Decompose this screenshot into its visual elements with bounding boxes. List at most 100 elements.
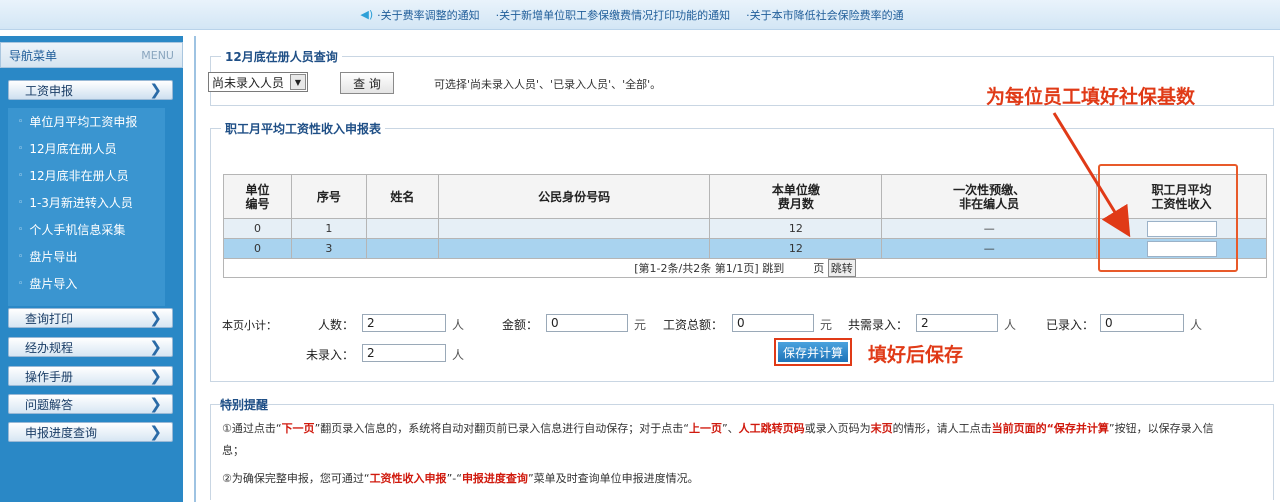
submenu-label: 单位月平均工资申报 xyxy=(29,115,138,129)
need-field[interactable]: 2 xyxy=(916,314,998,332)
chevron-right-icon: ❯ xyxy=(149,81,162,99)
headcount-label: 人数： xyxy=(318,318,355,332)
chevron-right-icon: ❯ xyxy=(149,309,162,327)
submenu-item-phone-info[interactable]: ◦ 个人手机信息采集 xyxy=(8,216,165,243)
chevron-right-icon: ❯ xyxy=(149,338,162,356)
annotation-fill-save: 填好后保存 xyxy=(868,344,964,366)
sidebar-item-procedures[interactable]: 经办规程 ❯ xyxy=(8,337,173,357)
submenu-item-disk-import[interactable]: ◦ 盘片导入 xyxy=(8,270,165,297)
bullet-icon: ◦ xyxy=(18,170,24,181)
save-calc-button-highlight: 保存并计算 xyxy=(774,338,852,366)
done-label: 已录入： xyxy=(1046,318,1095,332)
pager-text: [第1-2条/共2条 第1/1页] 跳到 xyxy=(634,262,785,275)
jump-button[interactable]: 跳转 xyxy=(827,259,856,277)
sidebar-item-manual[interactable]: 操作手册 ❯ xyxy=(8,366,173,386)
sidebar-item-faq[interactable]: 问题解答 ❯ xyxy=(8,394,173,414)
done-unit: 人 xyxy=(1190,318,1203,332)
submenu-item-unregistered[interactable]: ◦ 12月底非在册人员 xyxy=(8,162,165,189)
sidebar-item-label: 问题解答 xyxy=(25,397,74,412)
submenu-item-new-staff[interactable]: ◦ 1-3月新进转入人员 xyxy=(8,189,165,216)
notice-link-2[interactable]: ·关于新增单位职工参保缴费情况打印功能的通知 xyxy=(496,7,731,23)
submenu-item-unit-wage[interactable]: ◦ 单位月平均工资申报 xyxy=(8,108,165,135)
col-months: 本单位缴 费月数 xyxy=(709,174,883,219)
amount-field[interactable]: 0 xyxy=(546,314,628,332)
cell-onetime: — xyxy=(881,238,1098,259)
sidebar-item-label: 查询打印 xyxy=(25,311,74,326)
bullet-icon: ◦ xyxy=(18,116,24,127)
submenu-label: 盘片导入 xyxy=(29,277,78,291)
submenu-label: 盘片导出 xyxy=(29,250,78,264)
save-calc-button[interactable]: 保存并计算 xyxy=(778,342,848,362)
amount-unit: 元 xyxy=(634,318,647,332)
done-field[interactable]: 0 xyxy=(1100,314,1184,332)
note-1: ①通过点击“下一页”翻页录入信息的，系统将自动对翻页前已录入信息进行自动保存；对… xyxy=(222,422,1214,457)
sidebar-item-wage-declare[interactable]: 工资申报 ❯ xyxy=(8,80,173,100)
col-id: 公民身份号码 xyxy=(437,174,711,219)
pager-unit: 页 xyxy=(813,262,825,275)
cell-months: 12 xyxy=(709,218,883,239)
sidebar: 导航菜单 MENU 工资申报 ❯ ◦ 单位月平均工资申报 ◦ 12月底在册人员 ◦ 1… xyxy=(0,36,183,502)
cell-name xyxy=(365,218,439,239)
speaker-icon: ◀) xyxy=(360,8,374,21)
notice-bar: ◀) ·关于费率调整的通知 ·关于新增单位职工参保缴费情况打印功能的通知 ·关于… xyxy=(0,0,1280,30)
status-select-value: 尚未录入人员 xyxy=(212,75,285,90)
main-content: 12月底在册人员查询 尚未录入人员 ▼ 查 询 可选择'尚未录入人员'、'已录入… xyxy=(194,36,1280,502)
need-unit: 人 xyxy=(1004,318,1017,332)
submenu: ◦ 单位月平均工资申报 ◦ 12月底在册人员 ◦ 12月底非在册人员 ◦ 1-3月新进转… xyxy=(8,108,165,306)
sidebar-menu-label: MENU xyxy=(141,48,174,62)
pending-label: 未录入： xyxy=(306,348,355,362)
sidebar-item-label: 申报进度查询 xyxy=(25,425,98,440)
total-wage-unit: 元 xyxy=(820,318,833,332)
annotation-arrow-icon xyxy=(1052,112,1131,238)
submenu-item-registered[interactable]: ◦ 12月底在册人员 xyxy=(8,135,165,162)
notice-link-1[interactable]: ·关于费率调整的通知 xyxy=(377,7,480,23)
bullet-icon: ◦ xyxy=(18,278,24,289)
sidebar-item-label: 工资申报 xyxy=(25,83,74,98)
cell-months: 12 xyxy=(709,238,883,259)
bullet-icon: ◦ xyxy=(18,143,24,154)
cell-id xyxy=(437,218,711,239)
cell-unit: 0 xyxy=(223,218,292,239)
headcount-field[interactable]: 2 xyxy=(362,314,446,332)
total-wage-field[interactable]: 0 xyxy=(732,314,814,332)
sidebar-item-label: 经办规程 xyxy=(25,340,74,355)
bullet-icon: ◦ xyxy=(18,251,24,262)
sidebar-item-query-print[interactable]: 查询打印 ❯ xyxy=(8,308,173,328)
sidebar-title: 导航菜单 xyxy=(9,48,58,63)
cell-seq: 1 xyxy=(290,218,367,239)
pending-unit: 人 xyxy=(452,348,465,362)
cell-unit: 0 xyxy=(223,238,292,259)
status-select[interactable]: 尚未录入人员 ▼ xyxy=(208,72,308,92)
col-name: 姓名 xyxy=(365,174,439,219)
sidebar-item-progress[interactable]: 申报进度查询 ❯ xyxy=(8,422,173,442)
submenu-label: 12月底非在册人员 xyxy=(29,169,129,183)
pending-field[interactable]: 2 xyxy=(362,344,446,362)
notes-title: 特别提醒 xyxy=(220,398,269,412)
bullet-icon: ◦ xyxy=(18,197,24,208)
amount-label: 金额： xyxy=(502,318,539,332)
query-hint: 可选择'尚未录入人员'、'已录入人员'、'全部'。 xyxy=(434,78,662,91)
query-legend: 12月底在册人员查询 xyxy=(221,48,342,65)
sidebar-header: 导航菜单 MENU xyxy=(0,42,183,68)
chevron-right-icon: ❯ xyxy=(149,423,162,441)
dropdown-arrow-icon[interactable]: ▼ xyxy=(290,74,306,90)
headcount-unit: 人 xyxy=(452,318,465,332)
col-unit-no: 单位 编号 xyxy=(223,174,292,219)
cell-seq: 3 xyxy=(290,238,367,259)
cell-id xyxy=(437,238,711,259)
sidebar-item-label: 操作手册 xyxy=(25,369,74,384)
cell-name xyxy=(365,238,439,259)
need-label: 共需录入： xyxy=(848,318,909,332)
summary-label: 本页小计： xyxy=(222,319,277,332)
submenu-label: 个人手机信息采集 xyxy=(29,223,126,237)
submenu-item-disk-export[interactable]: ◦ 盘片导出 xyxy=(8,243,165,270)
form-legend: 职工月平均工资性收入申报表 xyxy=(221,120,386,137)
submenu-label: 12月底在册人员 xyxy=(29,142,117,156)
col-seq: 序号 xyxy=(290,174,367,219)
chevron-right-icon: ❯ xyxy=(149,395,162,413)
query-button[interactable]: 查 询 xyxy=(340,72,394,94)
notice-link-3[interactable]: ·关于本市降低社会保险费率的通 xyxy=(746,7,904,23)
bullet-icon: ◦ xyxy=(18,224,24,235)
chevron-right-icon: ❯ xyxy=(149,367,162,385)
total-wage-label: 工资总额： xyxy=(663,318,724,332)
